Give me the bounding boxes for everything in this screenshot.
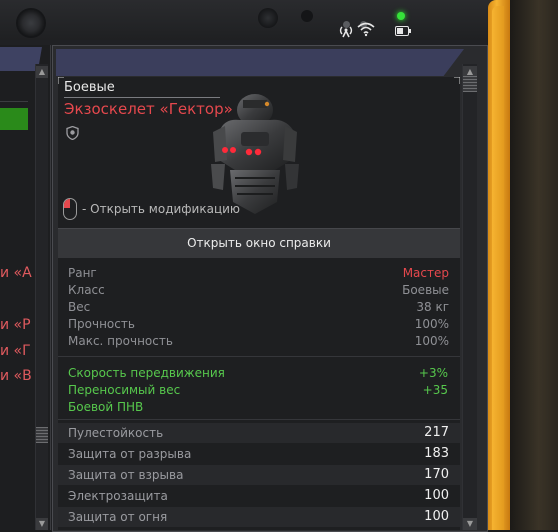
exoskeleton-image — [211, 94, 299, 214]
item-tooltip-header — [56, 49, 464, 76]
camera-lens-icon — [258, 8, 278, 28]
item-tooltip-scrollbar[interactable]: ▲ ▼ — [462, 64, 477, 530]
scrollbar-thumb[interactable] — [463, 76, 477, 92]
background-list-item[interactable]: и «Р — [0, 317, 31, 333]
panel-corner-marks — [58, 77, 460, 84]
device-top-bar — [0, 0, 490, 40]
bonus-value: +35 — [422, 383, 448, 397]
bonus-label: Переносимый вес — [68, 383, 181, 397]
stat-row-weight: Вес 38 кг — [68, 300, 449, 314]
background-list-item[interactable]: и «В — [0, 368, 32, 384]
shield-icon — [66, 126, 79, 140]
divider — [58, 419, 460, 420]
scroll-down-icon[interactable]: ▼ — [463, 518, 477, 530]
stat-row-durability: Прочность 100% — [68, 317, 449, 331]
stat-row-class: Класс Боевые — [68, 283, 449, 297]
scroll-down-icon[interactable]: ▼ — [36, 518, 48, 530]
status-led-icon — [397, 12, 405, 20]
stat-row-max-durability: Макс. прочность 100% — [68, 334, 449, 348]
background-list-item[interactable]: и «А — [0, 265, 32, 281]
sensor-icon — [301, 10, 313, 22]
divider — [58, 356, 460, 357]
mouse-icon — [63, 198, 77, 220]
resistance-row: Защита от огня 100 — [58, 507, 460, 527]
background-list-item[interactable]: и «Г — [0, 343, 31, 359]
modify-hint: - Открыть модификацию — [82, 202, 241, 216]
battery-icon — [395, 26, 411, 36]
signal-icon — [339, 26, 353, 38]
bonus-value: +3% — [418, 366, 448, 380]
resistance-row: Защита от взрыва 170 — [58, 465, 460, 485]
wifi-icon — [357, 22, 375, 37]
resistance-row: Электрозащита 100 — [68, 488, 449, 503]
open-help-button[interactable]: Открыть окно справки — [58, 228, 460, 258]
resistance-row: Пулестойкость 217 — [58, 423, 460, 443]
background-list-selected-row[interactable] — [0, 108, 28, 130]
background-list-scrollbar[interactable]: ▲ ▼ — [35, 64, 48, 530]
scroll-up-icon[interactable]: ▲ — [36, 66, 48, 78]
bonus-label: Скорость передвижения — [68, 366, 225, 380]
resistance-row: Защита от разрыва 183 — [68, 446, 449, 461]
stat-row-rank: Ранг Мастер — [68, 266, 449, 280]
item-category: Боевые — [64, 80, 115, 95]
camera-icon — [18, 10, 44, 36]
bonus-label: Боевой ПНВ — [68, 400, 144, 414]
scrollbar-thumb[interactable] — [36, 427, 48, 443]
